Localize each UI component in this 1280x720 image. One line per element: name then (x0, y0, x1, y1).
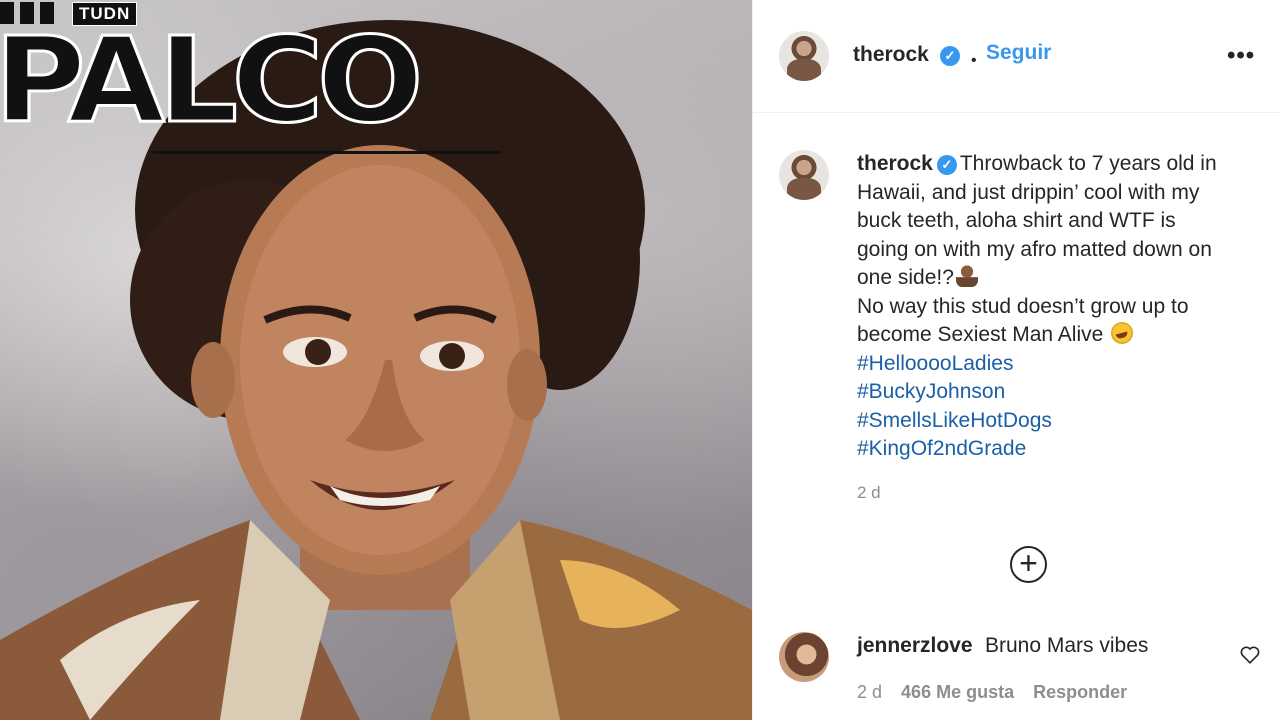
hashtag-link[interactable]: #BuckyJohnson (857, 378, 1262, 407)
post-panel: therock ✓ • Seguir ••• therock ✓ Throwback… (752, 0, 1280, 720)
post-photo[interactable]: TUDN PALCO (0, 0, 752, 720)
comment-meta: 2 d 466 Me gusta Responder (857, 682, 1141, 703)
comment-text: Bruno Mars vibes (985, 634, 1149, 657)
caption-line: going on with my afro matted down on (857, 237, 1212, 261)
hashtag-link[interactable]: #KingOf2ndGrade (857, 435, 1262, 464)
headline-underline (153, 151, 501, 154)
comment-username[interactable]: jennerzlove (857, 634, 973, 658)
hashtag-link[interactable]: #HellooooLadies (857, 350, 1262, 379)
post-age[interactable]: 2 d (857, 483, 881, 503)
caption-line: Hawaii, and just drippin’ cool with my (857, 180, 1200, 204)
caption-line: become Sexiest Man Alive (857, 321, 1262, 350)
comment-age[interactable]: 2 d (857, 682, 882, 702)
caption-username[interactable]: therock (857, 152, 933, 175)
author-avatar[interactable] (779, 31, 829, 81)
rofl-emoji-icon (1111, 322, 1134, 344)
author-username[interactable]: therock (853, 43, 929, 67)
caption-line: buck teeth, aloha shirt and WTF is (857, 209, 1176, 232)
caption-text: become Sexiest Man Alive (857, 323, 1104, 346)
caption-line: No way this stud doesn’t grow up to (857, 294, 1189, 318)
post-caption: therock ✓ Throwback to 7 years old in Hawa… (857, 150, 1262, 464)
verified-badge-icon: ✓ (940, 46, 960, 66)
reply-button[interactable]: Responder (1033, 682, 1127, 702)
caption-avatar[interactable] (779, 150, 829, 200)
post-header: therock ✓ • Seguir ••• (753, 0, 1280, 113)
separator-dot: • (971, 52, 977, 69)
commenter-avatar[interactable] (779, 632, 829, 682)
more-options-icon[interactable]: ••• (1227, 42, 1255, 70)
caption-line: one side!? (857, 264, 1262, 293)
caption-text: one side!? (857, 266, 954, 289)
caption-line: therock ✓ Throwback to 7 years old in (857, 150, 1262, 179)
verified-badge-icon: ✓ (936, 155, 957, 175)
shrug-emoji-icon (955, 265, 978, 287)
plus-circle-icon[interactable]: + (1010, 546, 1047, 583)
palco-headline: PALCO (0, 11, 425, 149)
caption-text: Throwback to 7 years old in (959, 152, 1217, 175)
hashtag-link[interactable]: #SmellsLikeHotDogs (857, 407, 1262, 436)
comment-likes[interactable]: 466 Me gusta (901, 682, 1014, 702)
heart-icon[interactable] (1240, 645, 1260, 664)
follow-button[interactable]: Seguir (986, 41, 1051, 65)
